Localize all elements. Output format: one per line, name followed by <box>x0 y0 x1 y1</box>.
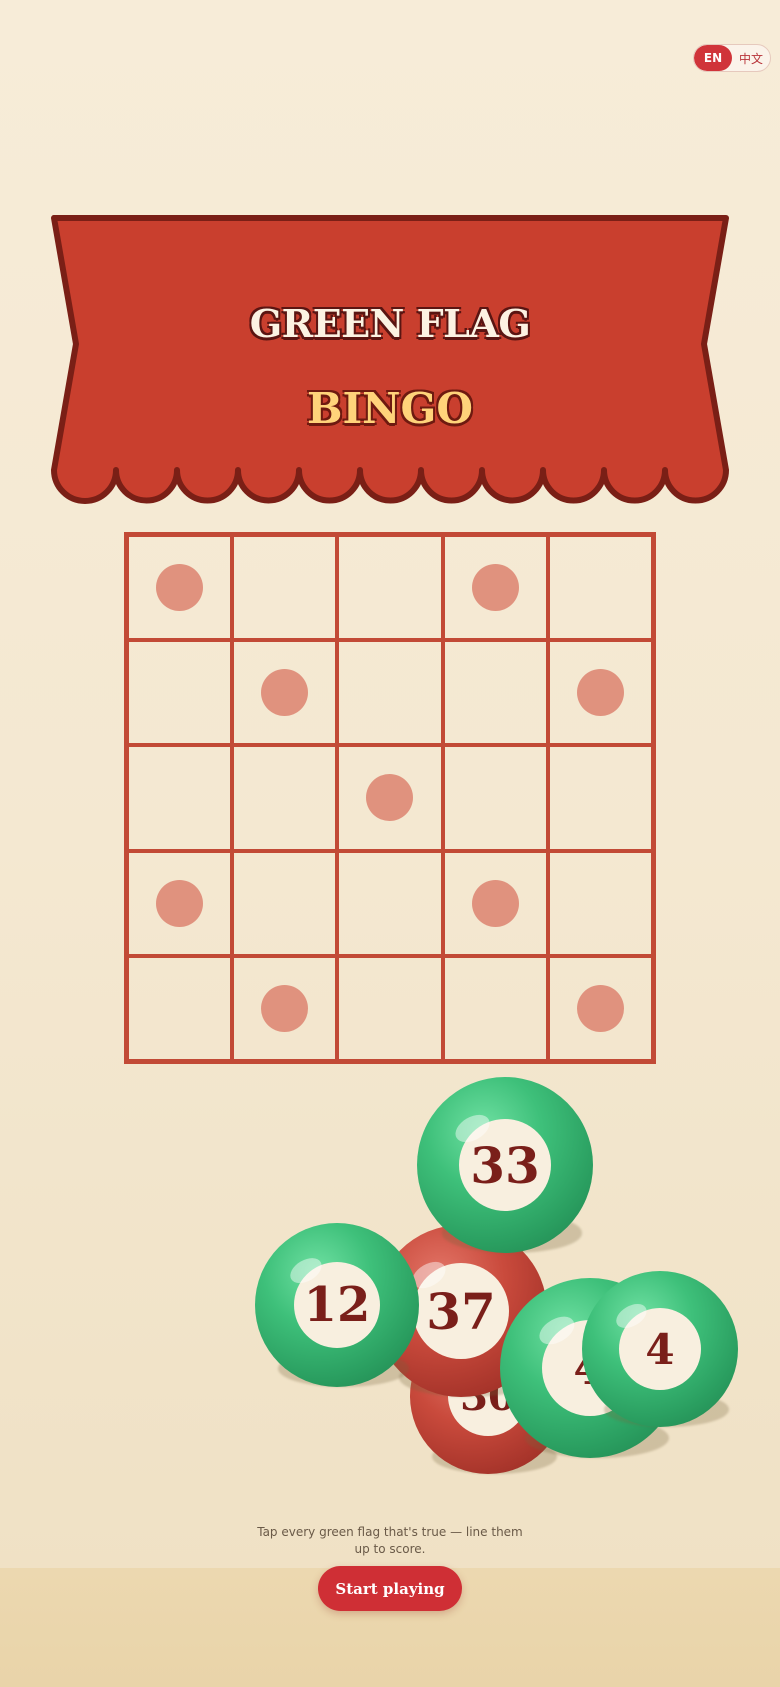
ball-body: 12 <box>255 1223 419 1387</box>
bingo-cell[interactable] <box>442 535 548 641</box>
bingo-cell[interactable] <box>127 850 233 956</box>
bingo-cell[interactable] <box>442 955 548 1061</box>
bingo-cell[interactable] <box>232 640 338 746</box>
bingo-cell[interactable] <box>232 850 338 956</box>
bingo-cell[interactable] <box>337 640 443 746</box>
bingo-cell[interactable] <box>337 955 443 1061</box>
language-toggle[interactable]: EN 中文 <box>693 44 771 72</box>
marker-dot <box>156 564 204 612</box>
bingo-cell[interactable] <box>547 535 653 641</box>
bingo-cell[interactable] <box>127 955 233 1061</box>
bingo-board <box>124 532 656 1064</box>
banner-title-line2: BINGO <box>307 384 473 433</box>
ball-body: 33 <box>417 1077 593 1253</box>
banner-title-line1: GREEN FLAG <box>249 301 531 346</box>
bingo-cell[interactable] <box>337 535 443 641</box>
marker-dot <box>156 879 204 927</box>
bingo-cell[interactable] <box>547 955 653 1061</box>
hint-text: Tap every green flag that's true — line … <box>257 1525 523 1556</box>
lang-option-zh[interactable]: 中文 <box>732 45 770 71</box>
bingo-cell[interactable] <box>337 850 443 956</box>
lang-option-en[interactable]: EN <box>694 45 732 71</box>
title-banner: GREEN FLAG BINGO <box>50 214 730 504</box>
bingo-cell[interactable] <box>127 640 233 746</box>
marker-dot <box>261 669 309 717</box>
bingo-cell[interactable] <box>547 850 653 956</box>
marker-dot <box>366 774 414 822</box>
bingo-cell[interactable] <box>547 640 653 746</box>
bingo-cell[interactable] <box>442 640 548 746</box>
bingo-cell[interactable] <box>232 535 338 641</box>
ball-body: 4 <box>582 1271 738 1427</box>
bingo-cell[interactable] <box>337 745 443 851</box>
bingo-cell[interactable] <box>127 745 233 851</box>
marker-dot <box>471 879 519 927</box>
bingo-cell[interactable] <box>127 535 233 641</box>
marker-dot <box>471 564 519 612</box>
bingo-cell[interactable] <box>232 955 338 1061</box>
bingo-cell[interactable] <box>232 745 338 851</box>
marker-dot <box>576 669 624 717</box>
bingo-cell[interactable] <box>442 850 548 956</box>
bingo-cell[interactable] <box>442 745 548 851</box>
awning-shape <box>51 215 729 504</box>
marker-dot <box>261 984 309 1032</box>
bingo-cell[interactable] <box>547 745 653 851</box>
start-button[interactable]: Start playing <box>318 1566 462 1611</box>
marker-dot <box>576 984 624 1032</box>
